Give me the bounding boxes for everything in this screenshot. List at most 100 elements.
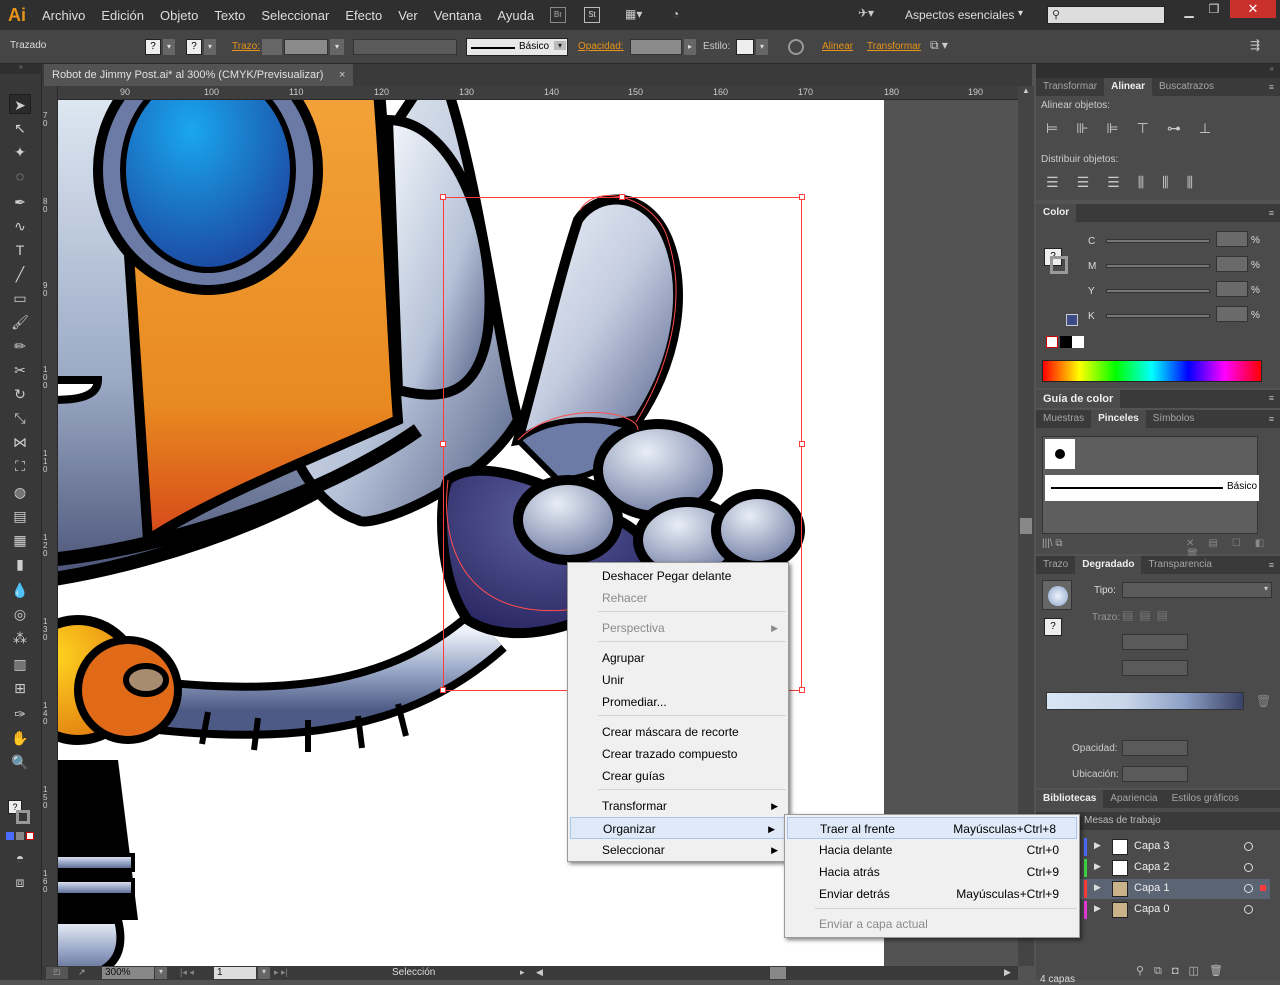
stroke-dropdown-icon[interactable]: ▾ xyxy=(204,39,216,55)
style-dropdown-icon[interactable]: ▾ xyxy=(756,39,768,55)
brush-library-icon[interactable]: |||\ ⧉ xyxy=(1042,538,1063,549)
menu-objeto[interactable]: Objeto xyxy=(152,8,206,23)
layer-target-icon[interactable] xyxy=(1244,842,1253,851)
selection-tool-icon[interactable]: ➤ xyxy=(9,94,31,114)
gradient-type-select[interactable]: ▾ xyxy=(1122,582,1272,598)
restore-icon[interactable]: ❐ xyxy=(1203,2,1225,16)
context-item-transformar[interactable]: Transformar ▶ xyxy=(568,795,788,817)
artboard-dropdown-icon[interactable]: ▾ xyxy=(258,967,270,979)
gradient-thumbnail[interactable] xyxy=(1042,580,1072,610)
color-spectrum[interactable] xyxy=(1042,360,1262,382)
stroke-weight-stepper[interactable] xyxy=(262,39,282,55)
distribute-vcenter-icon[interactable]: ☰ xyxy=(1077,174,1108,190)
document-tab[interactable]: Robot de Jimmy Post.ai* al 300% (CMYK/Pr… xyxy=(44,64,354,86)
fill-dropdown-icon[interactable]: ▾ xyxy=(163,39,175,55)
pencil-tool-icon[interactable]: ✏ xyxy=(9,336,31,356)
distribute-left-icon[interactable]: ⫼ xyxy=(1138,174,1162,190)
channel-k-input[interactable] xyxy=(1216,306,1248,322)
tools-collapse-icon[interactable]: » xyxy=(0,64,42,74)
color-panel-menu-icon[interactable]: ≡ xyxy=(1269,208,1274,218)
type-tool-icon[interactable]: T xyxy=(9,240,31,260)
context-item-crear-máscara-de-recorte[interactable]: Crear máscara de recorte xyxy=(568,721,788,743)
shape-builder-tool-icon[interactable]: ◍ xyxy=(9,482,31,502)
layer-target-icon[interactable] xyxy=(1244,905,1253,914)
gpu-performance-icon[interactable]: ◔ xyxy=(672,7,690,23)
gradient-aspect-input[interactable] xyxy=(1122,660,1188,676)
menu-ventana[interactable]: Ventana xyxy=(426,8,490,23)
draw-mode-icon[interactable]: ◓ xyxy=(9,848,31,868)
align-bottom-icon[interactable]: ⊥ xyxy=(1199,120,1229,136)
gradient-angle-input[interactable] xyxy=(1122,634,1188,650)
eyedropper-tool-icon[interactable]: 💧 xyxy=(9,580,31,600)
align-left-icon[interactable]: ⊨ xyxy=(1046,120,1076,136)
lasso-tool-icon[interactable]: ◌ xyxy=(9,166,31,186)
layer-name[interactable]: Capa 1 xyxy=(1134,882,1169,894)
color-mode-icon[interactable] xyxy=(6,832,14,840)
white-swatch[interactable] xyxy=(1072,336,1084,348)
tab-appearance[interactable]: Apariencia xyxy=(1103,790,1164,808)
gradient-delete-stop-icon[interactable]: 🗑 xyxy=(1256,694,1271,708)
workspace-switcher[interactable]: Aspectos esenciales xyxy=(905,8,1014,22)
rotate-tool-icon[interactable]: ↻ xyxy=(9,384,31,404)
perspective-grid-tool-icon[interactable]: ▤ xyxy=(9,506,31,526)
panel-menu-icon[interactable]: ≡ xyxy=(1269,82,1274,92)
opacity-input[interactable] xyxy=(630,39,682,55)
share-icon[interactable]: ↗ xyxy=(78,967,92,979)
tab-brushes[interactable]: Pinceles xyxy=(1091,410,1146,428)
artboard-number[interactable]: 1 xyxy=(214,967,256,979)
tab-stroke[interactable]: Trazo xyxy=(1036,556,1075,574)
tab-pathfinder[interactable]: Buscatrazos xyxy=(1152,78,1221,96)
stock-icon[interactable]: St xyxy=(584,7,600,23)
screen-mode-icon[interactable]: ⧈ xyxy=(9,872,31,892)
context-item-seleccionar[interactable]: Seleccionar ▶ xyxy=(568,839,788,861)
column-graph-tool-icon[interactable]: ▥ xyxy=(9,654,31,674)
variable-width-profile[interactable] xyxy=(353,39,457,55)
slice-tool-icon[interactable]: ✑ xyxy=(9,704,31,724)
bbox-handle[interactable] xyxy=(799,441,805,447)
scissors-tool-icon[interactable]: ✂ xyxy=(9,360,31,380)
color-guide-menu-icon[interactable]: ≡ xyxy=(1269,393,1274,403)
bbox-handle[interactable] xyxy=(619,194,625,200)
stroke-weight-dropdown-icon[interactable]: ▾ xyxy=(330,39,344,55)
direct-selection-tool-icon[interactable]: ↖ xyxy=(9,118,31,138)
minimize-icon[interactable]: ▁ xyxy=(1178,4,1200,18)
curvature-tool-icon[interactable]: ∿ xyxy=(9,216,31,236)
gradient-mode-icon[interactable] xyxy=(16,832,24,840)
blend-tool-icon[interactable]: ◎ xyxy=(9,604,31,624)
layer-target-icon[interactable] xyxy=(1244,863,1253,872)
bbox-handle[interactable] xyxy=(799,194,805,200)
sync-icon[interactable]: ✈▾ xyxy=(858,6,880,22)
layer-name[interactable]: Capa 2 xyxy=(1134,861,1169,873)
tab-artboards[interactable]: Mesas de trabajo xyxy=(1084,815,1161,826)
tab-transparency[interactable]: Transparencia xyxy=(1141,556,1219,574)
menu-ayuda[interactable]: Ayuda xyxy=(489,8,542,23)
tab-graphic-styles[interactable]: Estilos gráficos xyxy=(1165,790,1246,808)
fill-swatch[interactable]: ? xyxy=(145,39,161,55)
artboard-nav-first-icon[interactable]: |◂ ◂ xyxy=(180,967,194,978)
graphic-style-swatch[interactable] xyxy=(736,39,754,55)
menu-ver[interactable]: Ver xyxy=(390,8,426,23)
expand-layer-icon[interactable]: ▶ xyxy=(1094,903,1101,914)
color-stroke-swatch[interactable] xyxy=(1050,256,1068,274)
opacity-arrow-icon[interactable]: ▸ xyxy=(684,39,696,55)
tab-libraries[interactable]: Bibliotecas xyxy=(1036,790,1104,808)
tab-align[interactable]: Alinear xyxy=(1104,78,1152,96)
bbox-handle[interactable] xyxy=(440,687,446,693)
submenu-item-hacia-delante[interactable]: Hacia delante Ctrl+0 xyxy=(785,839,1079,861)
gradient-stroke-buttons[interactable]: ▤▤▤ xyxy=(1122,608,1192,626)
gradient-tool-icon[interactable]: ▮ xyxy=(9,554,31,574)
layer-selection-indicator[interactable] xyxy=(1260,885,1266,891)
menu-edición[interactable]: Edición xyxy=(93,8,152,23)
align-link[interactable]: Alinear xyxy=(822,41,853,52)
distribute-right-icon[interactable]: ⫼ xyxy=(1187,174,1211,190)
gradient-menu-icon[interactable]: ≡ xyxy=(1269,560,1274,570)
submenu-item-enviar-detrás[interactable]: Enviar detrás Mayúsculas+Ctrl+9 xyxy=(785,883,1079,905)
isolate-group-icon[interactable]: ⧉ ▾ xyxy=(930,38,948,53)
stroke-indicator[interactable] xyxy=(16,810,30,824)
pen-tool-icon[interactable]: ✒ xyxy=(9,192,31,212)
expand-layer-icon[interactable]: ▶ xyxy=(1094,882,1101,893)
context-item-organizar[interactable]: Organizar ▶ xyxy=(570,817,786,839)
horizontal-scroll-thumb[interactable] xyxy=(770,967,786,979)
expand-layer-icon[interactable]: ▶ xyxy=(1094,840,1101,851)
artboard-nav-last-icon[interactable]: ▸ ▸| xyxy=(274,967,288,978)
